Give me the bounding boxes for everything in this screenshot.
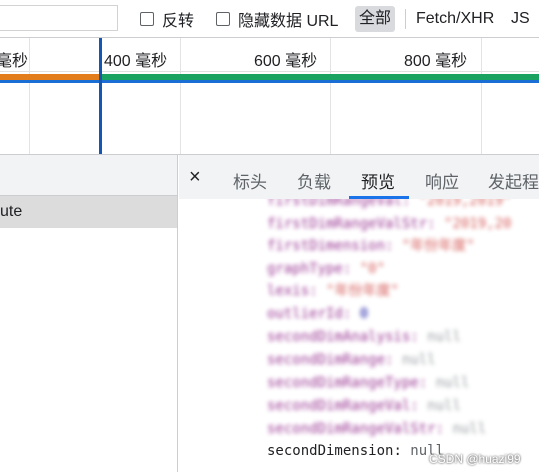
- preview-property[interactable]: secondDimAnalysis: null: [267, 327, 461, 347]
- timeline-tick-label: 毫秒: [0, 53, 29, 70]
- timeline-tick-label: 600 毫秒: [254, 53, 318, 70]
- preview-tree[interactable]: firstDimRangeVal: "2019,2019" firstDimRa…: [179, 199, 539, 472]
- timeline-tick-label: 800 毫秒: [404, 53, 468, 70]
- filter-all-button[interactable]: 全部: [355, 6, 396, 32]
- preview-property[interactable]: secondDimRangeType: null: [267, 373, 469, 393]
- property-value: "年份年度": [326, 283, 399, 299]
- preview-property[interactable]: secondDimRangeValStr: null: [267, 419, 486, 439]
- close-icon[interactable]: ×: [189, 167, 201, 187]
- timeline-gridline: [481, 38, 482, 154]
- request-row-selected[interactable]: ute: [0, 196, 177, 228]
- property-key: firstDimRangeVal: [267, 199, 402, 209]
- invert-label: 反转: [162, 13, 195, 30]
- preview-property[interactable]: graphType: "0": [267, 259, 385, 279]
- property-key: secondDimRangeValStr: [267, 421, 436, 437]
- property-key: lexis: [267, 283, 310, 299]
- hide-data-urls-label: 隐藏数据 URL: [238, 13, 339, 30]
- request-detail-pane: × 标头 负载 预览 响应 发起程 firstDimRangeVal: "201…: [179, 155, 539, 472]
- request-name: ute: [0, 203, 23, 220]
- property-value: null: [427, 329, 461, 345]
- invert-checkbox[interactable]: [140, 12, 154, 26]
- csdn-watermark: CSDN @huazi99: [429, 452, 521, 466]
- property-value: "2019,20: [444, 216, 512, 232]
- property-value: 0: [359, 306, 369, 322]
- property-key: firstDimension: [267, 238, 386, 254]
- filter-fetch-xhr-button[interactable]: Fetch/XHR: [412, 6, 498, 32]
- timeline-gridline: [330, 38, 331, 154]
- property-key: secondDimRangeVal: [267, 398, 411, 414]
- preview-property[interactable]: secondDimRange: null: [267, 350, 436, 370]
- property-key: secondDimRangeType: [267, 375, 419, 391]
- filter-input[interactable]: [0, 5, 118, 31]
- preview-property[interactable]: firstDimRangeVal: "2019,2019": [267, 199, 511, 211]
- filter-js-button[interactable]: JS: [507, 6, 534, 32]
- hide-data-urls-checkbox-group[interactable]: 隐藏数据 URL: [216, 9, 339, 30]
- tab-payload[interactable]: 负载: [297, 168, 331, 193]
- request-list-header[interactable]: [0, 155, 177, 196]
- preview-property[interactable]: lexis: "年份年度": [267, 281, 399, 301]
- preview-property[interactable]: outlierId: 0: [267, 304, 368, 324]
- property-key: secondDimRange: [267, 352, 386, 368]
- timeline-request-bar: [0, 80, 539, 83]
- tab-initiator[interactable]: 发起程: [488, 168, 539, 193]
- property-key: graphType: [267, 261, 343, 277]
- property-key: secondDimension: [267, 443, 394, 459]
- property-key: outlierId: [267, 306, 343, 322]
- timeline-overview[interactable]: 毫秒 400 毫秒 600 毫秒 800 毫秒: [0, 38, 539, 154]
- preview-property[interactable]: firstDimension: "年份年度": [267, 236, 475, 256]
- tab-preview[interactable]: 预览: [361, 168, 395, 193]
- property-value: null: [401, 352, 436, 368]
- network-filter-toolbar: 反转 隐藏数据 URL 全部 Fetch/XHR JS: [0, 0, 539, 38]
- property-value: "2019,2019": [418, 199, 512, 209]
- property-key: firstDimRangeValStr: [267, 216, 428, 232]
- timeline-gridline: [180, 38, 181, 154]
- property-value: null: [427, 398, 461, 414]
- toolbar-divider: [405, 9, 406, 29]
- invert-checkbox-group[interactable]: 反转: [140, 9, 195, 30]
- preview-property[interactable]: firstDimRangeValStr: "2019,20: [267, 214, 511, 234]
- preview-property[interactable]: secondDimension: null: [267, 441, 444, 461]
- property-value: null: [452, 421, 487, 437]
- hide-data-urls-checkbox[interactable]: [216, 12, 230, 26]
- property-value: "年份年度": [401, 238, 475, 254]
- tab-headers[interactable]: 标头: [233, 168, 267, 193]
- preview-property[interactable]: secondDimRangeVal: null: [267, 396, 461, 416]
- timeline-dom-content-loaded-marker[interactable]: [99, 38, 102, 154]
- property-key: secondDimAnalysis: [267, 329, 411, 345]
- property-value: null: [435, 375, 470, 391]
- detail-tab-bar: × 标头 负载 预览 响应 发起程: [179, 155, 539, 200]
- timeline-gridline: [29, 38, 30, 154]
- timeline-tick-label: 400 毫秒: [104, 53, 168, 70]
- tab-response[interactable]: 响应: [425, 168, 459, 193]
- request-list-pane: ute: [0, 155, 178, 472]
- property-value: "0": [359, 261, 386, 277]
